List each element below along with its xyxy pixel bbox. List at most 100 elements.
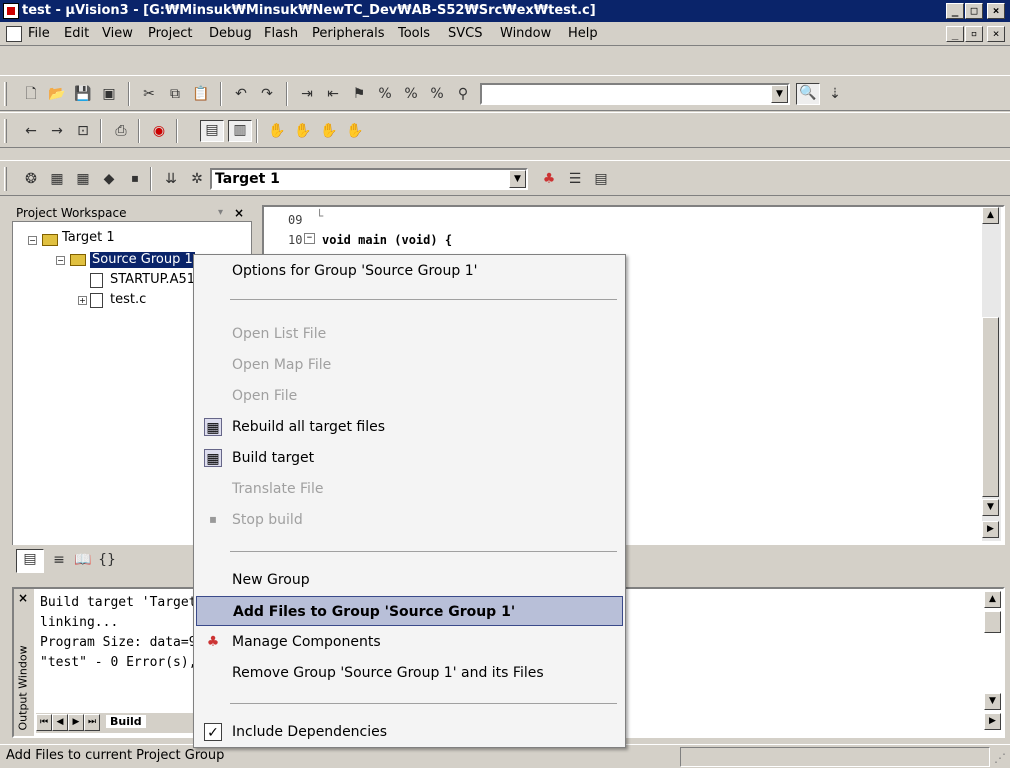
- output-scroll-right-icon[interactable]: ▶: [984, 713, 1001, 730]
- menu-svcs[interactable]: SVCS: [448, 22, 482, 46]
- maximize-button[interactable]: □: [965, 3, 983, 19]
- resize-grip-icon[interactable]: ⋰: [994, 751, 1006, 765]
- ctx-add-files-to-group[interactable]: Add Files to Group 'Source Group 1': [196, 596, 623, 626]
- new-file-icon[interactable]: 🗋: [22, 85, 40, 103]
- output-scroll-thumb[interactable]: [984, 611, 1001, 633]
- menu-debug[interactable]: Debug: [209, 22, 252, 46]
- next-tab-icon[interactable]: ▶: [68, 714, 84, 731]
- manage-books-icon[interactable]: ▤: [592, 170, 610, 188]
- ctx-rebuild-all[interactable]: ▦ Rebuild all target files: [196, 412, 623, 442]
- output-scroll-down-icon[interactable]: ▼: [984, 693, 1001, 710]
- clear-bookmarks-icon[interactable]: %: [428, 85, 446, 103]
- output-scroll-up-icon[interactable]: ▲: [984, 591, 1001, 608]
- menu-peripherals[interactable]: Peripherals: [312, 22, 385, 46]
- goto-icon[interactable]: ⊡: [74, 122, 92, 140]
- search-combo[interactable]: ▼: [480, 83, 790, 105]
- stop-build-icon[interactable]: ⏹: [126, 170, 144, 188]
- ctx-include-dependencies[interactable]: ✓ Include Dependencies: [196, 717, 623, 747]
- collapse-icon[interactable]: −: [28, 236, 37, 245]
- pin-icon[interactable]: ▾: [218, 205, 223, 221]
- tree-file-test[interactable]: test.c: [110, 292, 146, 308]
- debug-session-icon[interactable]: ◉: [150, 122, 168, 140]
- output-close-icon[interactable]: ×: [18, 591, 28, 605]
- next-bookmark-icon[interactable]: %: [402, 85, 420, 103]
- disable-breakpoints-icon[interactable]: ✋: [346, 122, 364, 140]
- mdi-restore-button[interactable]: ▫: [965, 26, 983, 42]
- indent-icon[interactable]: ⇥: [298, 85, 316, 103]
- functions-tab-icon[interactable]: {}: [98, 551, 116, 569]
- download-icon[interactable]: ⇊: [162, 170, 180, 188]
- prev-bookmark-icon[interactable]: %: [376, 85, 394, 103]
- find-in-files-icon[interactable]: ⚲: [454, 85, 472, 103]
- tree-target[interactable]: Target 1: [62, 230, 115, 246]
- output-toggle-icon[interactable]: ▥: [228, 120, 252, 142]
- ctx-manage-components[interactable]: ♣ Manage Components: [196, 627, 623, 657]
- ctx-remove-group[interactable]: Remove Group 'Source Group 1' and its Fi…: [196, 658, 623, 688]
- files-tab-icon[interactable]: ▤: [16, 549, 44, 573]
- menu-flash[interactable]: Flash: [264, 22, 298, 46]
- mdi-minimize-button[interactable]: _: [946, 26, 964, 42]
- scroll-thumb[interactable]: [982, 317, 999, 497]
- ctx-new-group[interactable]: New Group: [196, 565, 623, 595]
- mdi-close-button[interactable]: ×: [987, 26, 1005, 42]
- tree-source-group[interactable]: Source Group 1: [90, 252, 195, 268]
- redo-icon[interactable]: ↷: [258, 85, 276, 103]
- kill-breakpoints-icon[interactable]: ✋: [294, 122, 312, 140]
- fold-collapse-icon[interactable]: −: [304, 233, 315, 244]
- code-line[interactable]: void main (void) {: [322, 233, 452, 247]
- components-icon[interactable]: ♣: [540, 170, 558, 188]
- build-target-icon[interactable]: ▦: [48, 170, 66, 188]
- tree-file-startup[interactable]: STARTUP.A51: [110, 272, 195, 288]
- options-wand-icon[interactable]: ✲: [188, 170, 206, 188]
- expand-icon[interactable]: +: [78, 296, 87, 305]
- batch-build-icon[interactable]: ◆: [100, 170, 118, 188]
- menu-edit[interactable]: Edit: [64, 22, 89, 46]
- toolbar-grip[interactable]: [4, 167, 7, 191]
- regs-tab-icon[interactable]: ≡: [50, 551, 68, 569]
- target-select[interactable]: Target 1 ▼: [210, 168, 528, 190]
- prev-tab-icon[interactable]: ◀: [52, 714, 68, 731]
- cut-icon[interactable]: ✂: [140, 85, 158, 103]
- undo-icon[interactable]: ↶: [232, 85, 250, 103]
- forward-arrow-icon[interactable]: →: [48, 122, 66, 140]
- back-arrow-icon[interactable]: ←: [22, 122, 40, 140]
- chevron-down-icon[interactable]: ▼: [509, 170, 526, 188]
- ctx-options-for-group[interactable]: Options for Group 'Source Group 1': [196, 256, 623, 286]
- toolbar-grip[interactable]: [4, 82, 7, 106]
- open-folder-icon[interactable]: 📂: [48, 85, 66, 103]
- save-icon[interactable]: 💾: [74, 85, 92, 103]
- collapse-icon[interactable]: −: [56, 256, 65, 265]
- menu-view[interactable]: View: [102, 22, 133, 46]
- editor-vscroll[interactable]: ▲ ▼ ▶: [982, 207, 1001, 541]
- menu-project[interactable]: Project: [148, 22, 192, 46]
- select-items-icon[interactable]: ☰: [566, 170, 584, 188]
- last-tab-icon[interactable]: ⏭: [84, 714, 100, 731]
- save-all-icon[interactable]: ▣: [100, 85, 118, 103]
- copy-icon[interactable]: ⧉: [166, 85, 184, 103]
- chevron-down-icon[interactable]: ▼: [771, 85, 788, 103]
- first-tab-icon[interactable]: ⏮: [36, 714, 52, 731]
- enable-breakpoint-icon[interactable]: ✋: [320, 122, 338, 140]
- paste-icon[interactable]: 📋: [192, 85, 210, 103]
- translate-icon[interactable]: ❂: [22, 170, 40, 188]
- ctx-build-target[interactable]: ▦ Build target: [196, 443, 623, 473]
- find-icon[interactable]: 🔍: [796, 83, 820, 105]
- books-tab-icon[interactable]: 📖: [74, 551, 92, 569]
- workspace-close-icon[interactable]: ×: [234, 205, 244, 221]
- menu-window[interactable]: Window: [500, 22, 551, 46]
- menu-help[interactable]: Help: [568, 22, 598, 46]
- toolbar-grip[interactable]: [4, 119, 7, 143]
- close-button[interactable]: ×: [987, 3, 1005, 19]
- workspace-toggle-icon[interactable]: ▤: [200, 120, 224, 142]
- scroll-right-icon[interactable]: ▶: [982, 521, 999, 538]
- incremental-find-icon[interactable]: ⇣: [826, 85, 844, 103]
- menu-tools[interactable]: Tools: [398, 22, 430, 46]
- scroll-down-icon[interactable]: ▼: [982, 499, 999, 516]
- scroll-up-icon[interactable]: ▲: [982, 207, 999, 224]
- minimize-button[interactable]: _: [946, 3, 964, 19]
- bookmark-icon[interactable]: ⚑: [350, 85, 368, 103]
- insert-breakpoint-icon[interactable]: ✋: [268, 122, 286, 140]
- menu-file[interactable]: File: [28, 22, 50, 46]
- unindent-icon[interactable]: ⇤: [324, 85, 342, 103]
- print-icon[interactable]: ⎙: [112, 122, 130, 140]
